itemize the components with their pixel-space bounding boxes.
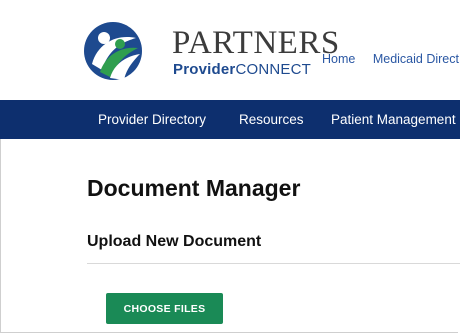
top-links: Home Medicaid Direct	[322, 52, 460, 66]
site-header: PARTNERS ProviderCONNECT Home Medicaid D…	[0, 0, 460, 100]
nav-item-resources[interactable]: Resources	[239, 112, 304, 127]
top-link-home[interactable]: Home	[322, 52, 355, 66]
top-link-medicaid-direct[interactable]: Medicaid Direct	[373, 52, 459, 66]
nav-item-patient-management[interactable]: Patient Management	[331, 112, 456, 127]
brand-name: PARTNERS	[172, 25, 340, 61]
partners-logo-mark-icon	[84, 22, 142, 80]
brand-subtitle: ProviderCONNECT	[173, 62, 311, 78]
section-title-upload: Upload New Document	[87, 233, 262, 250]
choose-files-button[interactable]: CHOOSE FILES	[106, 293, 223, 324]
section-divider	[87, 263, 460, 264]
partners-logo[interactable]: PARTNERS ProviderCONNECT	[80, 20, 339, 82]
brand-subtitle-provider: Provider	[173, 61, 236, 78]
main-nav: Provider Directory Resources Patient Man…	[0, 100, 460, 139]
nav-item-provider-directory[interactable]: Provider Directory	[98, 112, 206, 127]
page-title: Document Manager	[87, 175, 301, 201]
brand-subtitle-connect: CONNECT	[235, 61, 312, 78]
